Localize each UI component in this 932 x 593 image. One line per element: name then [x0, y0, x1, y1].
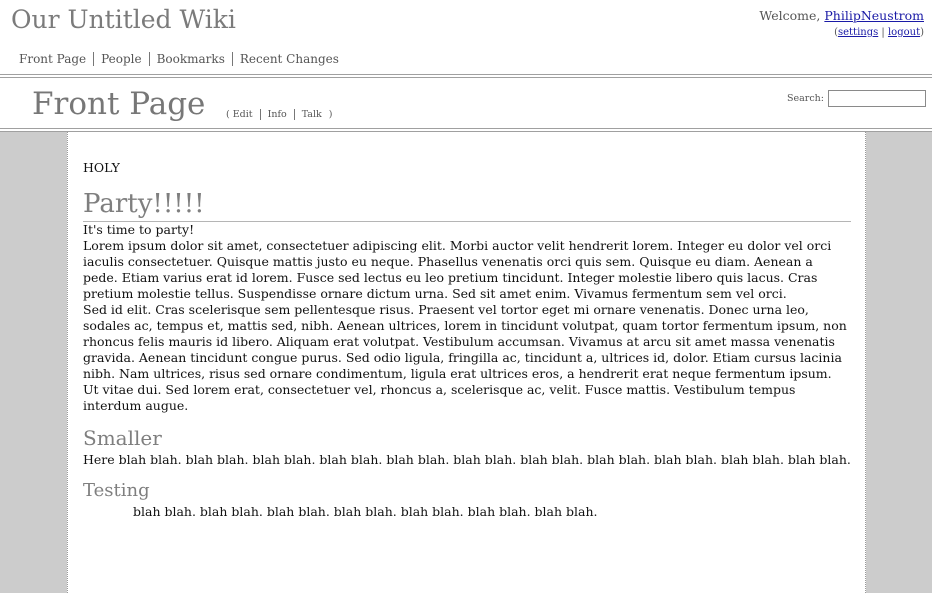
- content-panel: HOLY Party!!!!! It's time to party! Lore…: [67, 132, 866, 593]
- nav-front-page-link[interactable]: Front Page: [12, 52, 93, 66]
- logout-link[interactable]: logout: [888, 27, 920, 38]
- article-body: HOLY Party!!!!! It's time to party! Lore…: [83, 160, 851, 520]
- party-paragraph: It's time to party!: [83, 222, 195, 237]
- heading-smaller: Smaller: [83, 426, 162, 450]
- site-title[interactable]: Our Untitled Wiki: [11, 4, 236, 36]
- search-input[interactable]: [828, 90, 926, 107]
- site-header: Our Untitled Wiki Front Page People Bookma…: [0, 0, 932, 74]
- intro-paragraph: HOLY: [83, 160, 120, 175]
- page-tabs: (Edit Info Talk): [226, 108, 332, 122]
- account-links: (settings | logout): [759, 26, 924, 40]
- tab-info[interactable]: Info: [259, 109, 294, 120]
- welcome-text: Welcome,: [759, 8, 825, 23]
- nav-bookmarks-link[interactable]: Bookmarks: [148, 52, 232, 66]
- lorem-paragraph-1: Lorem ipsum dolor sit amet, consectetuer…: [83, 238, 832, 301]
- page-header: Front Page (Edit Info Talk) Search:: [0, 78, 932, 128]
- tab-edit[interactable]: Edit: [230, 109, 260, 120]
- testing-paragraph: blah blah. blah blah. blah blah. blah bl…: [133, 504, 598, 519]
- tab-talk[interactable]: Talk: [293, 109, 329, 120]
- nav-recent-changes-link[interactable]: Recent Changes: [231, 52, 346, 66]
- heading-party: Party!!!!!: [83, 187, 851, 222]
- heading-testing: Testing: [83, 480, 150, 501]
- lorem-paragraph-2: Sed id elit. Cras scelerisque sem pellen…: [83, 302, 847, 413]
- settings-link[interactable]: settings: [838, 27, 878, 38]
- username-link[interactable]: PhilipNeustrom: [824, 8, 924, 23]
- tabs-paren-close: ): [328, 109, 333, 120]
- user-box: Welcome, PhilipNeustrom (settings | logo…: [759, 7, 924, 40]
- page-title: Front Page: [32, 86, 206, 122]
- search-label: Search:: [786, 93, 824, 104]
- welcome-line: Welcome, PhilipNeustrom: [759, 7, 924, 25]
- wiki-page: Our Untitled Wiki Front Page People Bookma…: [0, 0, 932, 593]
- main-nav: Front Page People Bookmarks Recent Changes: [12, 51, 346, 67]
- account-separator: |: [878, 27, 888, 38]
- search-box: Search:: [787, 90, 926, 107]
- smaller-paragraph: Here blah blah. blah blah. blah blah. bl…: [83, 452, 851, 467]
- account-paren-close: ): [920, 27, 924, 38]
- nav-people-link[interactable]: People: [93, 52, 149, 66]
